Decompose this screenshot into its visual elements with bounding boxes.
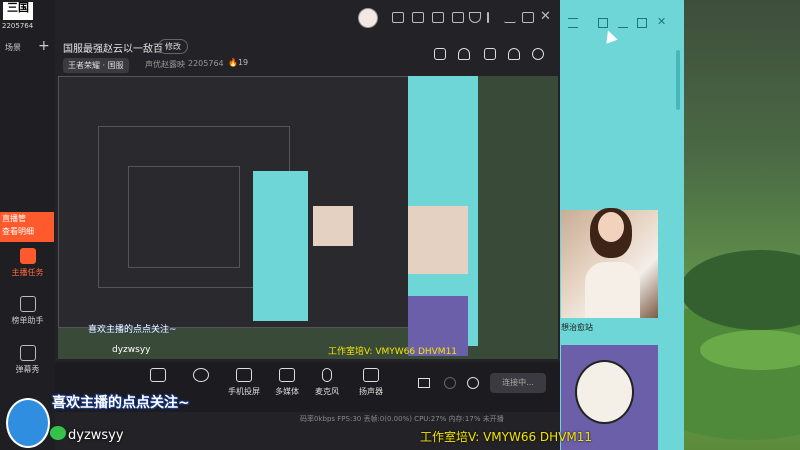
mini-follow-text: 喜欢主播的点点关注~ — [88, 325, 177, 335]
maximize-icon[interactable] — [637, 18, 647, 28]
camera-icon — [193, 368, 209, 382]
pin-icon[interactable] — [598, 18, 608, 28]
avatar[interactable] — [358, 8, 378, 28]
tool-label: 麦克风 — [315, 387, 339, 396]
edit-title-button[interactable]: 修改 — [158, 39, 188, 54]
girl-photo-face — [598, 212, 624, 242]
room-title: 国服最强赵云以一敌百 — [63, 44, 163, 55]
bell-icon[interactable] — [508, 48, 520, 60]
wechat-id-text: dyzwsyy — [68, 428, 124, 443]
close-icon[interactable]: ✕ — [657, 15, 666, 28]
settings-icon[interactable] — [467, 377, 479, 389]
record-icon[interactable] — [418, 378, 430, 388]
follow-prompt-text: 喜欢主播的点点关注~ — [52, 395, 190, 411]
nested-window-3 — [128, 166, 240, 268]
star-icon — [19, 296, 36, 312]
maximize-icon[interactable] — [522, 12, 534, 23]
photo-caption: 想治愈站 — [561, 323, 593, 332]
minimize-icon[interactable] — [504, 12, 516, 23]
room-id: 2205764 — [188, 59, 224, 68]
sidebar-item-label: 弹幕秀 — [15, 365, 40, 374]
category-tag[interactable]: 王者荣耀 · 国服 — [63, 58, 129, 73]
sidebar-item-label: 榜单助手 — [11, 316, 44, 325]
granny-face — [575, 360, 634, 424]
status-bar: 码率0kbps FPS:30 丢帧:0(0.00%) CPU:27% 内存:17… — [300, 415, 504, 423]
sidebar-item-label: 主播任务 — [11, 268, 44, 277]
message-icon[interactable] — [432, 12, 444, 23]
media-icon — [279, 368, 295, 382]
menu-icon[interactable] — [487, 12, 489, 23]
screen-icon[interactable] — [452, 12, 464, 23]
doraemon-sticker — [6, 398, 50, 448]
wechat-icon — [50, 426, 66, 440]
minimize-icon[interactable] — [618, 18, 628, 28]
title-bar — [55, 0, 560, 36]
tv-icon — [19, 345, 36, 361]
task-icon — [19, 248, 36, 264]
nested-photo — [408, 206, 468, 274]
voice-label: 声优赵露映 — [145, 60, 185, 69]
speaker-icon — [363, 368, 379, 382]
mini-wechat-text: dyzwsyy — [112, 345, 151, 355]
nested-photo-2 — [313, 206, 353, 246]
tool-label: 扬声器 — [359, 387, 383, 396]
subtitle-icon — [150, 368, 166, 382]
scene-label: 场景 — [5, 43, 21, 52]
mic-tool[interactable]: 麦克风 — [302, 368, 352, 397]
left-sidebar: 三国 2205764 场景 + 直播管 查看明细 主播任务 榜单助手 弹幕秀 — [0, 0, 55, 450]
fire-count: 🔥19 — [228, 58, 249, 67]
mail-icon[interactable] — [412, 12, 424, 23]
sidebar-item-danmu[interactable]: 弹幕秀 — [0, 345, 55, 375]
layout-icon[interactable] — [484, 48, 496, 60]
girl-photo-body — [585, 262, 640, 318]
account-id: 2205764 — [2, 22, 34, 30]
connect-button[interactable]: 连接中... — [490, 373, 546, 393]
close-icon[interactable]: ✕ — [540, 9, 551, 24]
gift-icon[interactable] — [434, 48, 446, 60]
lock-icon[interactable] — [458, 48, 470, 60]
headset-icon[interactable] — [392, 12, 404, 23]
speaker-tool[interactable]: 扬声器 — [346, 368, 396, 397]
phone-cast-icon — [236, 368, 252, 382]
app-logo: 三国 — [3, 2, 33, 20]
nested-cyan-panel-2 — [253, 171, 308, 321]
eye-icon[interactable] — [444, 377, 456, 389]
sidebar-item-rank[interactable]: 榜单助手 — [0, 296, 55, 326]
add-scene-icon[interactable]: + — [38, 38, 50, 54]
hamburger-icon[interactable] — [568, 18, 578, 28]
scrollbar[interactable] — [676, 50, 680, 110]
mic-icon — [322, 368, 332, 382]
sidebar-item-task[interactable]: 主播任务 — [0, 248, 55, 278]
tool-label: 多媒体 — [275, 387, 299, 396]
stream-preview[interactable] — [58, 76, 558, 359]
studio-contact-text: 工作室培V: VMYW66 DHVM11 — [420, 430, 593, 444]
fire-count-value: 19 — [237, 58, 249, 67]
share-icon[interactable] — [532, 48, 544, 60]
promo-banner[interactable]: 直播管 查看明细 — [0, 212, 54, 242]
tool-label: 手机投屏 — [228, 387, 260, 396]
mini-studio-text: 工作室培V: VMYW66 DHVM11 — [328, 347, 458, 357]
